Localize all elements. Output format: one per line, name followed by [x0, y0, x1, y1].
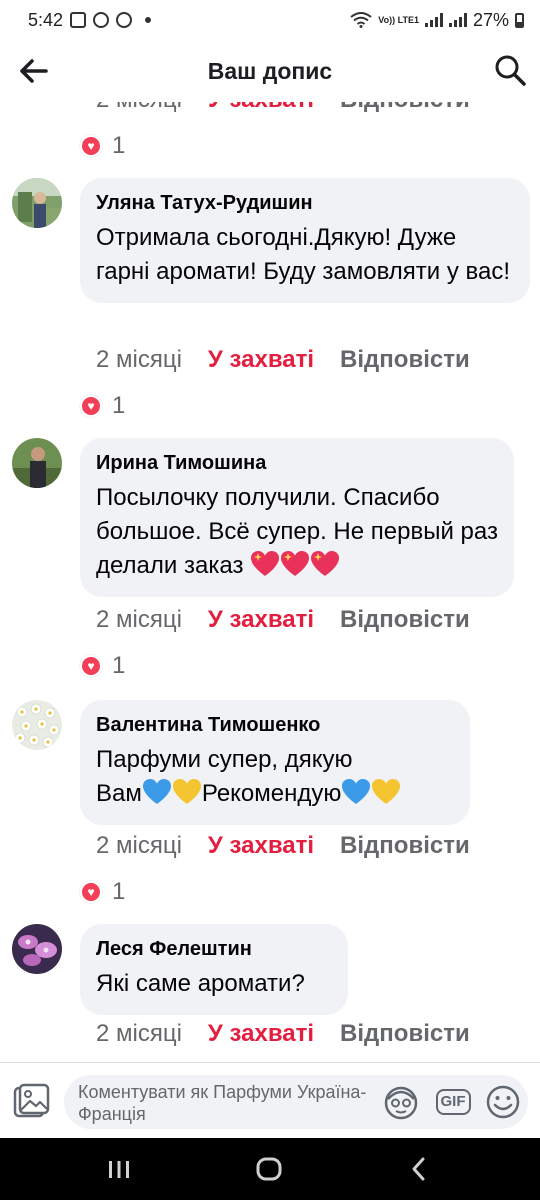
more-notifications-dot-icon — [145, 17, 152, 23]
love-reaction-icon: ♥ — [80, 395, 102, 417]
photo-icon[interactable] — [12, 1083, 50, 1121]
reply-button[interactable]: Відповісти — [340, 832, 470, 860]
comments-list: 2 місяці У захваті Відповісти ♥ 1 Уляна … — [0, 102, 540, 1062]
reaction-count: 1 — [112, 132, 126, 159]
reaction-count: 1 — [112, 392, 126, 419]
comment-author[interactable]: Валентина Тимошенко — [96, 714, 454, 737]
blue-heart-icon — [342, 779, 371, 804]
avatar-sticker-icon[interactable] — [382, 1083, 420, 1121]
reply-button[interactable]: Відповісти — [340, 606, 470, 634]
love-reaction-icon: ♥ — [80, 655, 102, 677]
comment-time: 2 місяці — [96, 1020, 182, 1047]
viber-notification-icon — [93, 12, 110, 28]
page-title: Ваш допис — [207, 57, 333, 84]
comment-actions: 2 місяці У захваті Відповісти — [96, 606, 470, 634]
signal-icon-2 — [448, 13, 467, 27]
comment-time: 2 місяці — [96, 606, 182, 633]
battery-icon — [515, 12, 524, 28]
comment-bubble[interactable]: Ирина Тимошина Посылочку получили. Спаси… — [80, 438, 514, 597]
like-button[interactable]: У захваті — [208, 346, 314, 374]
back-arrow-icon[interactable] — [16, 54, 50, 88]
blue-heart-icon — [142, 779, 171, 804]
wifi-icon — [350, 12, 372, 28]
comment-text: Парфуми супер, дякую Вам Рекомендую — [96, 743, 454, 811]
comment-time: 2 місяці — [96, 346, 182, 373]
avatar[interactable] — [12, 178, 62, 228]
viber-notification-icon-2 — [116, 12, 133, 28]
reply-button[interactable]: Відповісти — [340, 1020, 470, 1048]
comment-input[interactable]: Коментувати як Парфуми Україна-Франція G… — [64, 1075, 528, 1129]
love-reaction-icon: ♥ — [80, 881, 102, 903]
status-time: 5:42 — [28, 9, 64, 30]
comment-time: 2 місяці — [96, 102, 182, 114]
like-button[interactable]: У захваті — [208, 102, 314, 114]
sparkling-heart-icon — [311, 551, 340, 576]
home-icon[interactable] — [254, 1154, 284, 1184]
status-bar: 5:42 Vo)) LTE1 27% — [0, 0, 540, 40]
sparkling-heart-icon — [251, 551, 280, 576]
gif-label: GIF — [435, 1089, 471, 1115]
comment-bubble[interactable]: Валентина Тимошенко Парфуми супер, дякую… — [80, 700, 470, 825]
battery-percent: 27% — [472, 9, 509, 30]
back-nav-icon[interactable] — [404, 1154, 434, 1184]
comment-bubble[interactable]: Леся Фелештин Які саме аромати? — [80, 924, 348, 1015]
reply-button[interactable]: Відповісти — [340, 102, 470, 114]
comment-text: Отримала сьогодні.Дякую! Дуже гарні аром… — [96, 224, 510, 285]
like-button[interactable]: У захваті — [208, 606, 314, 634]
avatar[interactable] — [12, 700, 62, 750]
reaction-summary[interactable]: ♥ 1 — [80, 652, 125, 680]
volte-label: Vo)) LTE1 — [378, 14, 419, 25]
comment-text: Посылочку получили. Спасибо большое. Всё… — [96, 481, 498, 583]
avatar[interactable] — [12, 924, 62, 974]
system-navigation-bar — [0, 1138, 540, 1200]
comment-actions: 2 місяці У захваті Відповісти — [96, 1020, 470, 1048]
comment-composer: Коментувати як Парфуми Україна-Франція G… — [0, 1062, 540, 1138]
comment-time: 2 місяці — [96, 832, 182, 859]
yellow-heart-icon — [372, 779, 401, 804]
comment-bubble[interactable]: Уляна Татух-Рудишин Отримала сьогодні.Дя… — [80, 178, 530, 303]
reaction-count: 1 — [112, 878, 126, 905]
gallery-notification-icon — [70, 12, 87, 28]
search-icon[interactable] — [492, 52, 528, 88]
comment-author[interactable]: Леся Фелештин — [96, 938, 332, 961]
recent-apps-icon[interactable] — [104, 1154, 134, 1184]
comment-text: Які саме аромати? — [96, 970, 305, 997]
sparkling-heart-icon — [281, 551, 310, 576]
reply-button[interactable]: Відповісти — [340, 346, 470, 374]
comment-author[interactable]: Ирина Тимошина — [96, 452, 498, 475]
app-header: Ваш допис — [0, 40, 540, 102]
comment-text-word: Рекомендую — [201, 780, 342, 807]
emoji-icon[interactable] — [484, 1083, 522, 1121]
gif-icon[interactable]: GIF — [434, 1083, 472, 1121]
avatar[interactable] — [12, 438, 62, 488]
comment-actions-top: 2 місяці У захваті Відповісти — [96, 102, 470, 114]
like-button[interactable]: У захваті — [208, 832, 314, 860]
comment-text-word: Вам — [96, 780, 142, 807]
reaction-summary[interactable]: ♥ 1 — [80, 878, 125, 906]
reaction-count: 1 — [112, 652, 126, 679]
reaction-summary[interactable]: ♥ 1 — [80, 132, 125, 160]
signal-icon — [424, 13, 443, 27]
yellow-heart-icon — [172, 779, 201, 804]
comment-text-line: Вам Рекомендую — [96, 777, 454, 811]
comment-text-line: Парфуми супер, дякую — [96, 746, 353, 773]
comment-author[interactable]: Уляна Татух-Рудишин — [96, 192, 514, 215]
comment-actions: 2 місяці У захваті Відповісти — [96, 832, 470, 860]
love-reaction-icon: ♥ — [80, 135, 102, 157]
comment-actions: 2 місяці У захваті Відповісти — [96, 346, 470, 374]
reaction-summary[interactable]: ♥ 1 — [80, 392, 125, 420]
like-button[interactable]: У захваті — [208, 1020, 314, 1048]
comment-placeholder: Коментувати як Парфуми Україна-Франція — [78, 1082, 367, 1124]
